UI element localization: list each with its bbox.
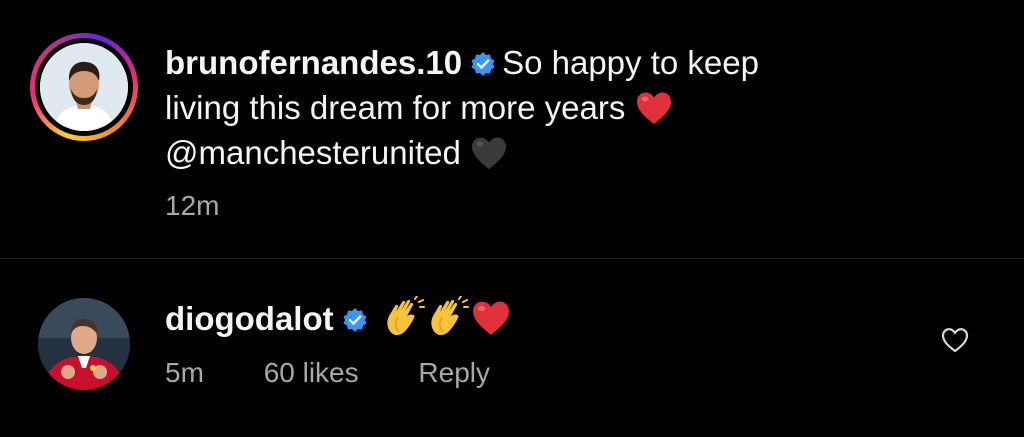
caption-text-line2: living this dream for more years xyxy=(165,89,626,126)
heart-outline-icon[interactable] xyxy=(940,326,970,354)
verified-badge-icon xyxy=(471,52,495,76)
comment-meta: 5m 60 likes Reply xyxy=(165,357,542,389)
clapping-hands-emoji xyxy=(387,296,425,336)
avatar[interactable] xyxy=(38,298,130,390)
verified-badge-icon xyxy=(343,308,367,332)
caption-username[interactable]: brunofernandes.10 xyxy=(165,44,462,81)
post-caption: brunofernandes.10 So happy to keep living… xyxy=(0,0,1024,258)
red-heart-emoji xyxy=(636,92,671,124)
caption-text: brunofernandes.10 So happy to keep living… xyxy=(165,40,885,175)
caption-author-avatar-story-ring[interactable] xyxy=(30,33,138,141)
avatar[interactable] xyxy=(40,43,128,131)
divider xyxy=(0,258,1024,259)
caption-text-line1: So happy to keep xyxy=(502,44,759,81)
mention-link[interactable]: @manchesterunited xyxy=(165,134,461,171)
comment-timestamp: 5m xyxy=(165,357,204,388)
caption-timestamp: 12m xyxy=(165,190,220,221)
comment-text: diogodalot xyxy=(165,296,511,341)
comment-username[interactable]: diogodalot xyxy=(165,300,334,337)
comment-likes-count[interactable]: 60 likes xyxy=(264,357,359,388)
clapping-hands-emoji xyxy=(431,296,469,336)
black-heart-emoji xyxy=(472,137,506,169)
reply-button[interactable]: Reply xyxy=(418,357,490,388)
red-heart-emoji xyxy=(472,301,509,335)
